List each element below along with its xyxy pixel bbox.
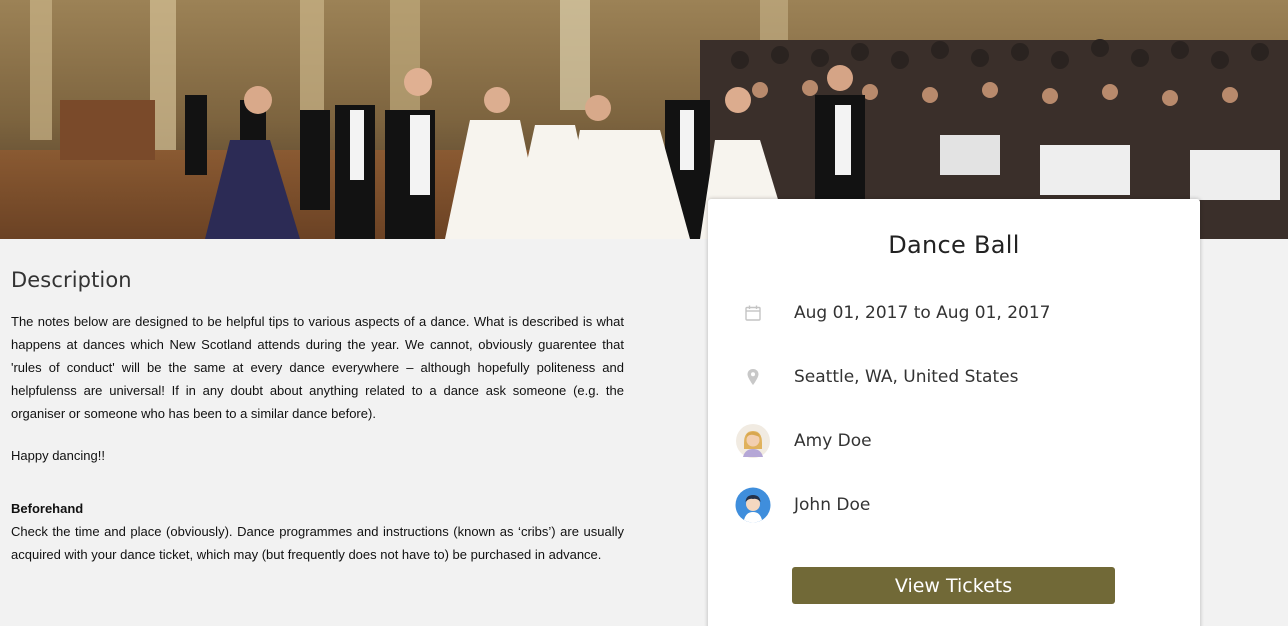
event-dates: Aug 01, 2017 to Aug 01, 2017 (794, 303, 1051, 323)
event-location-row: Seattle, WA, United States (708, 357, 1200, 397)
description-sign-off: Happy dancing!! (11, 448, 105, 463)
map-pin-icon (735, 359, 771, 395)
host-name-amy: Amy Doe (794, 431, 872, 451)
description-section: Description The notes below are designed… (0, 239, 700, 626)
event-date-row: Aug 01, 2017 to Aug 01, 2017 (708, 293, 1200, 333)
calendar-icon (735, 295, 771, 331)
host-name-john: John Doe (794, 495, 871, 515)
description-intro: The notes below are designed to be helpf… (11, 314, 624, 421)
event-title: Dance Ball (888, 231, 1020, 259)
host-row-john[interactable]: John Doe (708, 485, 1200, 525)
event-card: Dance Ball Aug 01, 2017 to Aug 01, 2017 … (708, 199, 1200, 626)
beforehand-heading: Beforehand (11, 501, 84, 516)
event-location: Seattle, WA, United States (794, 367, 1019, 387)
view-tickets-button[interactable]: View Tickets (792, 567, 1115, 604)
female-avatar-icon (735, 423, 771, 459)
host-row-amy[interactable]: Amy Doe (708, 421, 1200, 461)
beforehand-body: Check the time and place (obviously). Da… (11, 524, 624, 562)
description-heading: Description (11, 268, 132, 292)
male-avatar-icon (735, 487, 771, 523)
